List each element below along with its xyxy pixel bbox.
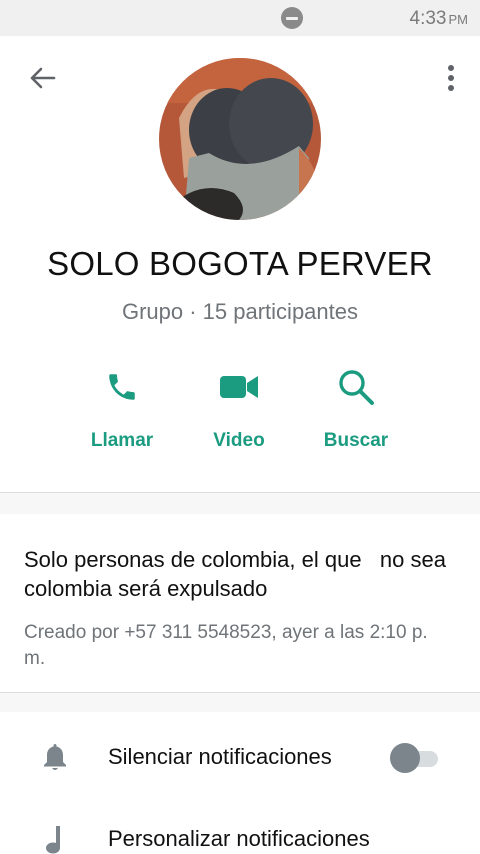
mute-notifications-row[interactable]: Silenciar notificaciones [0,718,480,796]
phone-icon [109,374,135,400]
group-name: SOLO BOGOTA PERVER [47,245,433,282]
avatar-image [159,58,321,220]
more-options-button[interactable] [440,60,462,96]
search-icon [339,370,374,405]
back-button[interactable] [22,60,62,96]
status-bar: 4:33 PM [0,0,480,36]
search-label: Buscar [323,430,389,451]
music-note-icon [46,826,60,854]
toggle-thumb [390,743,420,773]
group-subtitle: Grupo · 15 participantes [121,299,359,324]
search-button[interactable]: Buscar [301,362,411,452]
bell-icon [44,744,66,770]
arrow-left-icon [30,67,56,89]
section-divider [0,692,480,712]
do-not-disturb-icon [281,7,303,29]
custom-notifications-row[interactable]: Personalizar notificaciones [0,800,480,854]
videocam-icon [220,376,258,398]
more-vert-icon [448,65,454,91]
mute-toggle[interactable] [390,743,440,773]
call-label: Llamar [90,430,154,451]
group-avatar[interactable] [159,58,321,220]
section-divider [0,492,480,514]
mute-notifications-label: Silenciar notificaciones [108,744,332,769]
video-label: Video [213,430,265,451]
created-by-text: Creado por +57 311 5548523, ayer a las 2… [24,622,428,669]
video-call-button[interactable]: Video [184,362,294,452]
group-description[interactable]: Solo personas de colombia, el que no sea… [24,545,454,603]
custom-notifications-label: Personalizar notificaciones [108,826,370,851]
status-time: 4:33 PM [409,8,468,29]
call-button[interactable]: Llamar [67,362,177,452]
